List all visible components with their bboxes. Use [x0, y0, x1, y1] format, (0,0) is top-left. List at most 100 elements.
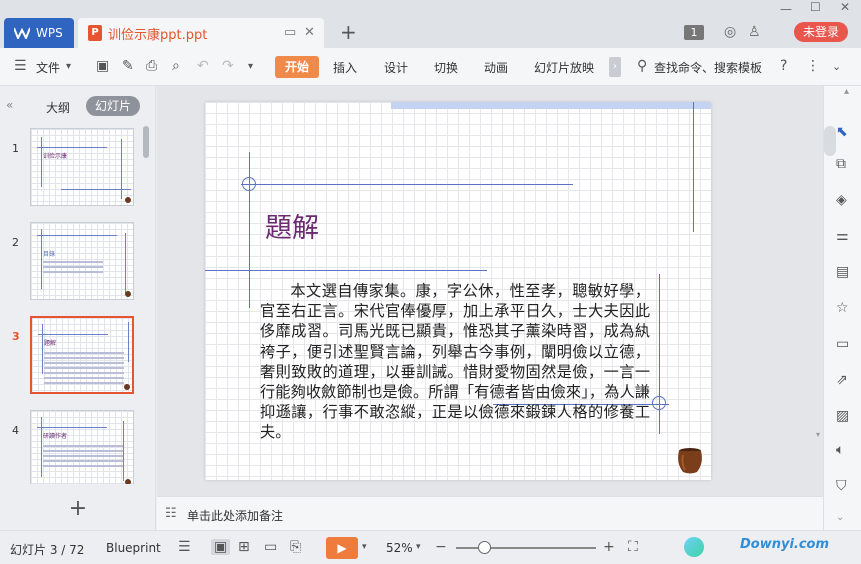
zoom-dropdown-icon[interactable]: ▾ — [416, 542, 421, 552]
more-tabs-arrow-icon[interactable]: › — [609, 57, 621, 77]
slide-number: 1 — [12, 142, 19, 155]
file-dropdown-icon[interactable]: ▾ — [66, 61, 71, 72]
hamburger-menu-icon[interactable]: ☰ — [14, 58, 27, 74]
notes-placeholder: 单击此处添加备注 — [187, 509, 284, 523]
audio-icon[interactable]: 🔈︎ — [836, 442, 844, 458]
scroll-down-icon[interactable]: ▾ — [816, 430, 820, 439]
search-command-button[interactable]: 查找命令、搜索模板 — [654, 59, 762, 76]
thumbnail-title: 目錄 — [43, 251, 56, 258]
slide-number: 4 — [12, 424, 19, 437]
save-icon[interactable]: ▣ — [96, 58, 109, 74]
maximize-icon[interactable]: ☐ — [810, 0, 821, 14]
wps-tab-label: WPS — [36, 26, 63, 40]
wps-logo-icon — [14, 27, 30, 39]
slide-thumbnail-2[interactable]: 2 目錄 — [8, 222, 144, 300]
tab-animation[interactable]: 动画 — [484, 59, 508, 76]
slide-thumbnail-3[interactable]: 3 題解 — [8, 316, 144, 394]
file-menu[interactable]: 文件 — [36, 59, 60, 76]
shield-icon[interactable]: ⛉ — [836, 478, 847, 494]
print-preview-icon[interactable]: ⌕ — [172, 58, 180, 74]
zoom-out-icon[interactable]: − — [435, 539, 447, 555]
notes-toggle-icon[interactable]: ☰ — [178, 539, 191, 555]
tab-start[interactable]: 开始 — [275, 56, 319, 78]
zoom-level[interactable]: 52% — [386, 541, 413, 555]
archive-icon[interactable]: ▭ — [836, 336, 849, 352]
undo-icon[interactable]: ↶ — [197, 58, 209, 74]
gallery-icon[interactable]: ▤ — [836, 264, 849, 280]
share-icon[interactable]: ⇗ — [836, 372, 848, 388]
select-tool-icon[interactable]: ⬉ — [836, 124, 848, 140]
slide-panel-tabs: « 大纲 幻灯片 — [0, 86, 156, 122]
theme-name[interactable]: Blueprint — [106, 541, 161, 555]
slide-thumbnail-4[interactable]: 4 研讀作者 — [8, 410, 144, 484]
skin-icon[interactable]: ◎ — [724, 24, 736, 40]
search-icon[interactable]: ⚲ — [637, 58, 647, 74]
add-slide-button[interactable]: + — [0, 496, 156, 521]
collapse-panel-icon[interactable]: « — [6, 98, 13, 112]
right-sidebar: ▴ ⬉ ⧉ ◈ ⚌ ▤ ☆ ▭ ⇗ ▨ 🔈︎ ⛉ ▾ ⌄ — [816, 86, 861, 530]
watermark-text: Downyi.com — [740, 537, 830, 552]
theme-color-icon[interactable] — [684, 537, 704, 557]
decor-circle — [242, 177, 256, 191]
tab-outline[interactable]: 大纲 — [46, 99, 70, 116]
play-options-icon[interactable]: ▾ — [362, 542, 367, 552]
redo-icon[interactable]: ↷ — [222, 58, 234, 74]
clay-pot-image — [678, 448, 702, 474]
help-icon[interactable]: ? — [780, 58, 787, 74]
minimize-icon[interactable]: — — [780, 2, 792, 16]
settings-sliders-icon[interactable]: ⚌ — [836, 228, 849, 244]
ppt-file-icon: P — [88, 25, 102, 41]
tab-insert[interactable]: 插入 — [333, 59, 357, 76]
thumbnail-title: 训俭示康 — [43, 153, 68, 160]
thumbnail-scrollbar[interactable] — [143, 126, 149, 158]
thumbnail-title: 研讀作者 — [43, 433, 68, 440]
normal-view-icon[interactable]: ▣ — [211, 539, 231, 555]
play-slideshow-button[interactable]: ▶ — [326, 537, 358, 559]
zoom-in-icon[interactable]: + — [603, 539, 615, 555]
wps-home-tab[interactable]: WPS — [4, 18, 74, 48]
menu-bar: ☰ 文件 ▾ ▣ ✎ ⎙ ⌕ ↶ ↷ ▾ 开始 插入 设计 切换 动画 幻灯片放… — [0, 48, 861, 86]
shirt-icon[interactable]: ♙ — [748, 24, 761, 40]
top-band — [391, 102, 711, 109]
scroll-up-icon[interactable]: ▴ — [844, 86, 849, 97]
tab-transition[interactable]: 切换 — [434, 59, 458, 76]
image-icon[interactable]: ▨ — [836, 408, 849, 424]
tab-slides[interactable]: 幻灯片 — [86, 96, 140, 116]
slide-thumbnail-1[interactable]: 1 训俭示康 — [8, 128, 144, 206]
document-tab-title: 训俭示康ppt.ppt — [108, 27, 208, 43]
new-tab-button[interactable]: + — [340, 20, 357, 44]
collapse-sidebar-icon[interactable]: ⌄ — [836, 512, 844, 523]
tab-design[interactable]: 设计 — [384, 59, 408, 76]
tab-slideshow[interactable]: 幻灯片放映 — [534, 59, 594, 76]
thumbnail-list: 1 训俭示康 2 目錄 3 題解 4 研讀作者 — [8, 124, 152, 484]
canvas-scrollbar[interactable] — [824, 126, 836, 156]
slide-body-text[interactable]: 本文選自傳家集。康，字公休，性至孝，聰敏好學，官至右正言。宋代官俸優厚，加上承平… — [260, 281, 650, 443]
current-slide[interactable]: 題解 本文選自傳家集。康，字公休，性至孝，聰敏好學，官至右正言。宋代官俸優厚，加… — [205, 102, 711, 480]
copy-style-icon[interactable]: ⧉ — [836, 156, 846, 172]
body-paragraph: 本文選自傳家集。康，字公休，性至孝，聰敏好學，官至右正言。宋代官俸優厚，加上承平… — [260, 282, 650, 442]
window-count-badge[interactable]: 1 — [684, 25, 704, 40]
slide-number: 3 — [12, 330, 20, 343]
format-painter-icon[interactable]: ✎ — [122, 58, 134, 74]
print-icon[interactable]: ⎙ — [146, 58, 157, 74]
slide-number: 2 — [12, 236, 19, 249]
login-button[interactable]: 未登录 — [794, 22, 848, 42]
quick-access-more-icon[interactable]: ▾ — [248, 61, 253, 72]
slide-sorter-icon[interactable]: ⊞ — [238, 539, 250, 555]
close-window-icon[interactable]: ✕ — [840, 0, 850, 14]
reading-view-icon[interactable]: ▭ — [264, 539, 277, 555]
fit-window-icon[interactable]: ⛶ — [628, 539, 638, 555]
window-mode-icon[interactable]: ▭ — [284, 25, 296, 40]
document-tab[interactable]: P 训俭示康ppt.ppt ▭ ✕ — [78, 18, 324, 48]
more-options-icon[interactable]: ⋮ — [806, 58, 820, 74]
editing-canvas: 題解 本文選自傳家集。康，字公休，性至孝，聰敏好學，官至右正言。宋代官俸優厚，加… — [157, 86, 823, 496]
close-tab-icon[interactable]: ✕ — [304, 25, 315, 40]
shape-icon[interactable]: ◈ — [836, 192, 847, 208]
collapse-ribbon-icon[interactable]: ⌄ — [832, 60, 841, 73]
notes-bar[interactable]: ☷ 单击此处添加备注 — [157, 496, 823, 530]
present-view-icon[interactable]: ⎘ — [290, 539, 301, 555]
status-bar: 幻灯片 3 / 72 Blueprint ☰ ▣ ⊞ ▭ ⎘ ▶ ▾ 52% ▾… — [0, 530, 861, 564]
star-icon[interactable]: ☆ — [836, 300, 849, 316]
zoom-slider-handle[interactable] — [477, 541, 491, 554]
slide-title[interactable]: 題解 — [265, 206, 319, 245]
